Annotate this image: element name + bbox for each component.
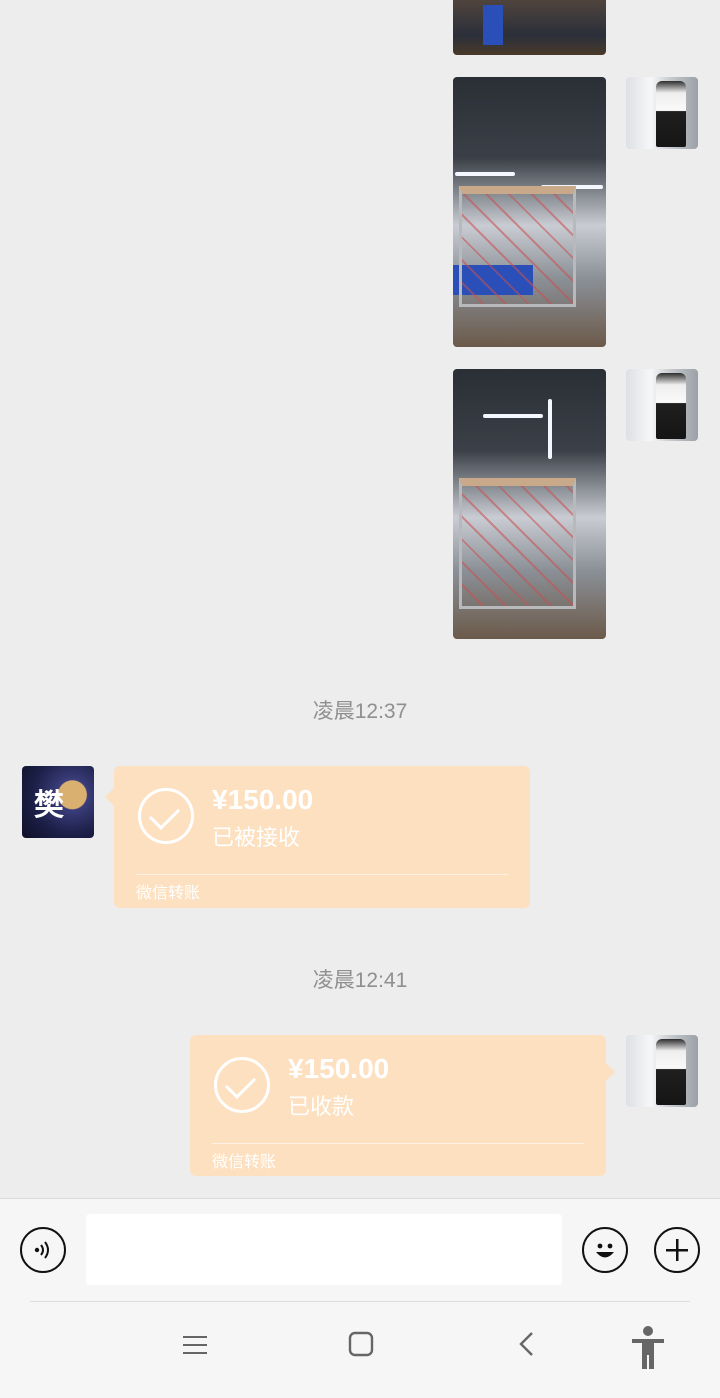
chat-image-3[interactable] [453,369,606,639]
timestamp: 凌晨12:37 [312,700,408,723]
contact-avatar[interactable]: 樊 [22,766,94,838]
divider [30,1301,690,1302]
input-bar [0,1198,720,1398]
home-icon[interactable] [348,1331,374,1364]
check-circle-icon [214,1057,270,1113]
transfer-footer: 微信转账 [212,1154,277,1171]
transfer-status: 已收款 [288,1094,355,1119]
divider [136,874,508,875]
emoji-icon[interactable] [582,1227,628,1273]
message-input[interactable] [86,1214,562,1285]
chat-image-1[interactable] [453,0,606,55]
transfer-status: 已被接收 [212,825,301,850]
menu-icon[interactable] [183,1331,207,1363]
back-icon[interactable] [517,1331,537,1364]
avatar-glyph: 樊 [34,788,64,823]
transfer-bubble-received[interactable]: ¥150.00 已被接收 微信转账 [105,766,530,908]
self-avatar[interactable] [626,77,698,149]
self-avatar[interactable] [626,1035,698,1107]
accessibility-icon[interactable] [630,1325,666,1378]
plus-icon[interactable] [654,1227,700,1273]
transfer-amount: ¥150.00 [212,784,314,815]
chat-image-2[interactable] [453,77,606,347]
transfer-footer: 微信转账 [136,885,201,902]
transfer-bubble-sent[interactable]: ¥150.00 已收款 微信转账 [190,1035,615,1176]
check-circle-icon [138,788,194,844]
divider [212,1143,584,1144]
timestamp: 凌晨12:41 [312,969,408,992]
self-avatar[interactable] [626,369,698,441]
transfer-amount: ¥150.00 [288,1053,390,1084]
voice-icon[interactable] [20,1227,66,1273]
